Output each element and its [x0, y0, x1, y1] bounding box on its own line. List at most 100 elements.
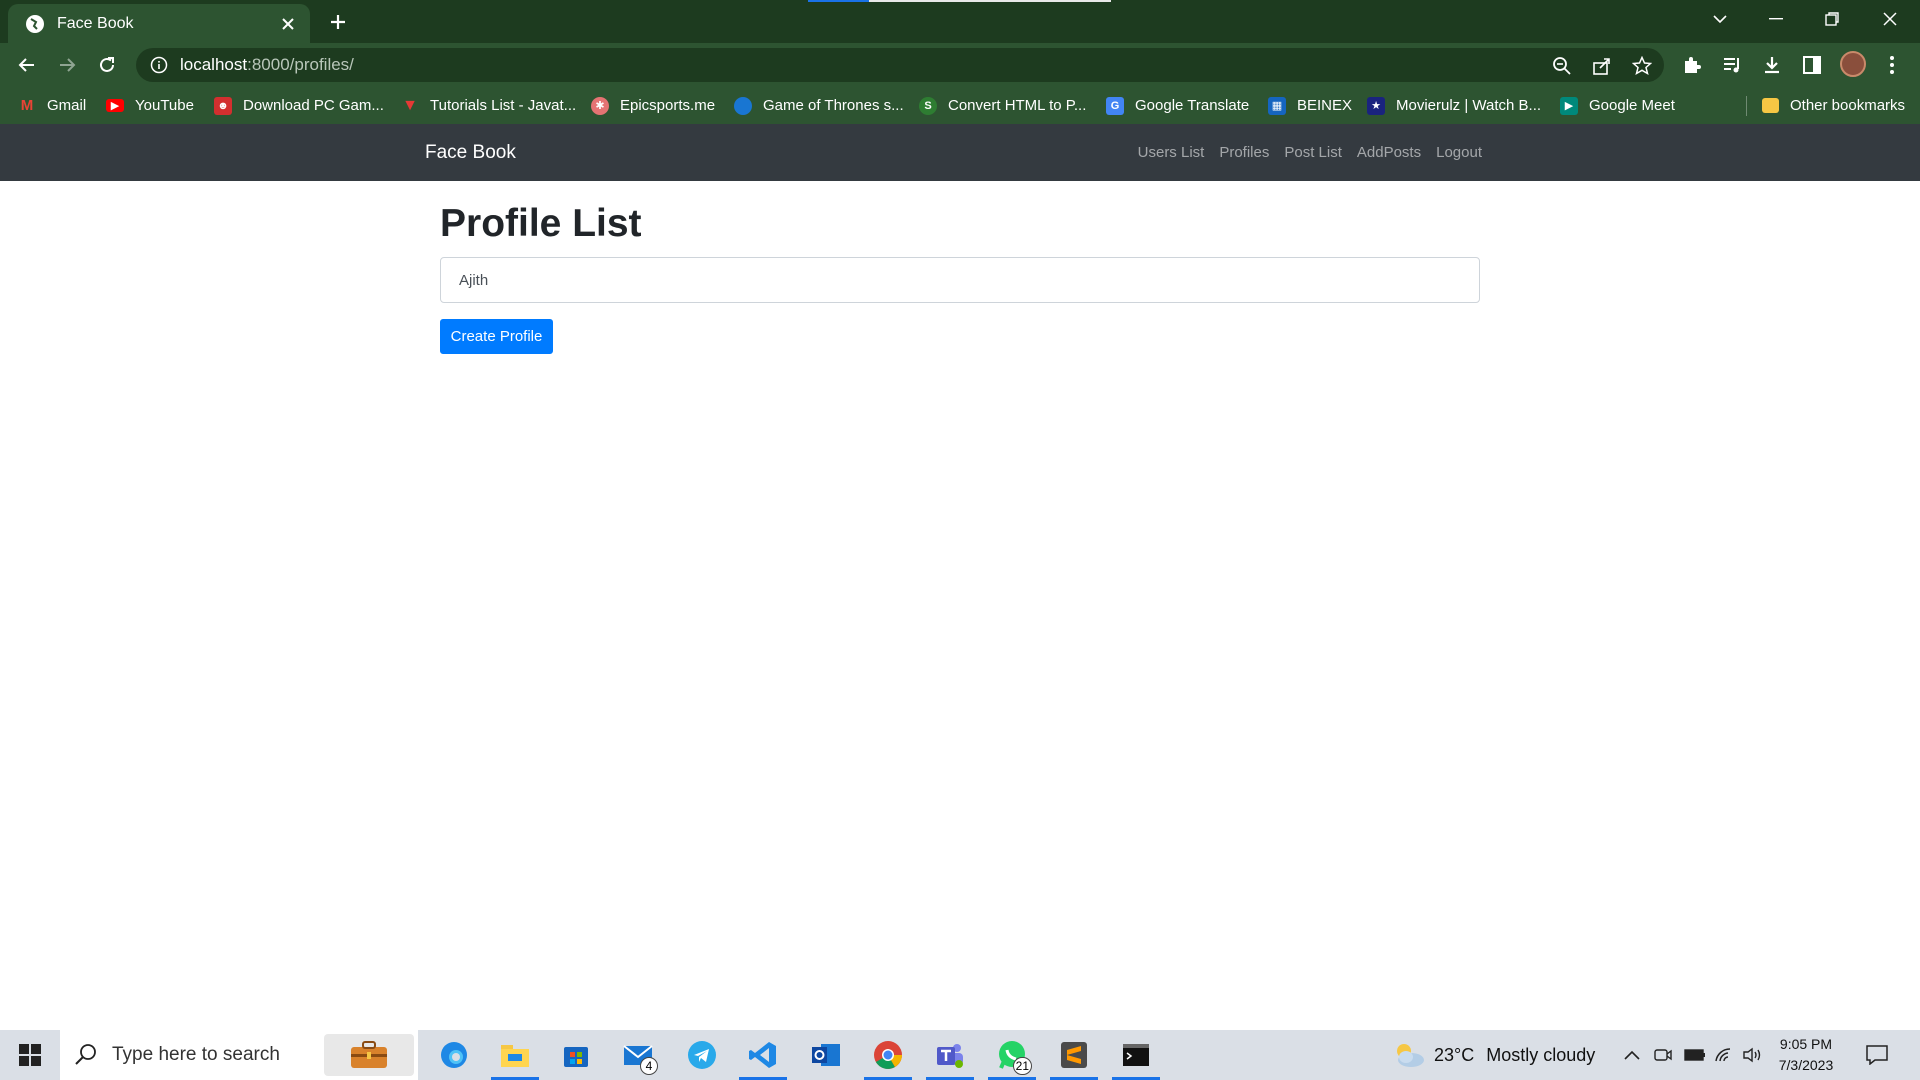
nav-add-posts[interactable]: AddPosts	[1357, 144, 1421, 161]
bookmark-label: Movierulz | Watch B...	[1396, 97, 1542, 114]
mail-badge: 4	[640, 1057, 658, 1075]
chrome-icon[interactable]	[862, 1030, 914, 1080]
bookmark-youtube[interactable]: ▶ YouTube	[106, 87, 194, 124]
globe-icon	[734, 96, 752, 115]
profile-search-input[interactable]	[440, 257, 1480, 303]
browser-titlebar: Face Book	[0, 0, 1920, 43]
bookmark-star-icon[interactable]	[1632, 56, 1652, 76]
meet-now-icon[interactable]	[1654, 1030, 1672, 1080]
weather-desc: Mostly cloudy	[1486, 1044, 1596, 1065]
microsoft-store-icon[interactable]	[550, 1030, 602, 1080]
terminal-icon[interactable]	[1110, 1030, 1162, 1080]
app-navbar: Face Book Users List Profiles Post List …	[0, 124, 1920, 181]
sublime-text-icon[interactable]	[1048, 1030, 1100, 1080]
profile-avatar[interactable]	[1840, 51, 1866, 77]
url-text: localhost:8000/profiles/	[180, 55, 354, 75]
briefcase-icon[interactable]	[324, 1034, 414, 1076]
bookmark-other[interactable]: Other bookmarks	[1762, 87, 1905, 124]
minimize-icon[interactable]	[1748, 0, 1804, 38]
loading-indicator	[808, 0, 1111, 2]
tab-title: Face Book	[57, 14, 134, 32]
clock-date: 7/3/2023	[1778, 1057, 1834, 1073]
whatsapp-badge: 21	[1012, 1057, 1032, 1075]
nav-profiles[interactable]: Profiles	[1219, 144, 1269, 161]
restore-icon[interactable]	[1804, 0, 1860, 38]
create-profile-button[interactable]: Create Profile	[440, 319, 553, 354]
mail-icon[interactable]: 4	[612, 1030, 664, 1080]
url-path: :8000/profiles/	[247, 55, 354, 74]
bookmarks-bar: M Gmail ▶ YouTube ☻ Download PC Gam... ▼…	[0, 87, 1920, 124]
show-hidden-icons[interactable]	[1624, 1030, 1640, 1080]
side-panel-icon[interactable]	[1796, 49, 1828, 81]
close-window-icon[interactable]	[1862, 0, 1918, 38]
share-icon[interactable]	[1592, 56, 1612, 76]
bookmark-javatpoint[interactable]: ▼ Tutorials List - Javat...	[401, 87, 576, 124]
reload-icon[interactable]	[91, 49, 123, 81]
bookmark-label: Tutorials List - Javat...	[430, 97, 577, 114]
nav-users-list[interactable]: Users List	[1138, 144, 1205, 161]
bookmark-google-meet[interactable]: ▶ Google Meet	[1560, 87, 1675, 124]
bookmark-epicsports[interactable]: ✱ Epicsports.me	[591, 87, 715, 124]
page-title: Profile List	[440, 202, 642, 245]
teams-icon[interactable]	[924, 1030, 976, 1080]
gmail-icon: M	[20, 97, 34, 114]
bookmark-gmail[interactable]: M Gmail	[18, 87, 86, 124]
bookmark-game-of-thrones[interactable]: Game of Thrones s...	[734, 87, 904, 124]
volume-icon[interactable]	[1742, 1030, 1762, 1080]
bookmark-label: Google Meet	[1589, 97, 1675, 114]
url-host: localhost	[180, 55, 248, 74]
epicsports-icon: ✱	[591, 96, 609, 115]
wifi-icon[interactable]	[1714, 1030, 1734, 1080]
bookmark-label: Google Translate	[1135, 97, 1250, 114]
bookmark-convert-html[interactable]: S Convert HTML to P...	[919, 87, 1086, 124]
beinex-icon: ▦	[1268, 96, 1286, 115]
folder-icon	[1762, 98, 1779, 113]
battery-icon[interactable]	[1684, 1030, 1706, 1080]
back-icon[interactable]	[11, 49, 43, 81]
clock-time: 9:05 PM	[1779, 1036, 1833, 1052]
bookmarks-separator	[1746, 96, 1747, 116]
bookmark-label: Gmail	[47, 97, 87, 114]
windows-start-icon[interactable]	[0, 1030, 60, 1080]
tab-search-icon[interactable]	[1692, 0, 1748, 38]
telegram-icon[interactable]	[676, 1030, 728, 1080]
bookmark-movierulz[interactable]: ★ Movierulz | Watch B...	[1367, 87, 1541, 124]
brand-link[interactable]: Face Book	[425, 124, 516, 181]
forward-icon[interactable]	[51, 49, 83, 81]
tab-close-icon[interactable]	[276, 12, 300, 36]
cloudy-weather-icon	[1397, 1044, 1424, 1067]
outlook-icon[interactable]	[800, 1030, 852, 1080]
address-bar[interactable]: localhost:8000/profiles/	[136, 48, 1664, 82]
menu-kebab-icon[interactable]	[1876, 49, 1908, 81]
media-control-icon[interactable]	[1716, 49, 1748, 81]
vscode-icon[interactable]	[737, 1030, 789, 1080]
nav-post-list[interactable]: Post List	[1284, 144, 1342, 161]
zoom-icon[interactable]	[1552, 56, 1572, 76]
site-info-icon[interactable]	[150, 56, 168, 74]
bookmark-google-translate[interactable]: G Google Translate	[1106, 87, 1249, 124]
whatsapp-icon[interactable]: 21	[986, 1030, 1038, 1080]
browser-toolbar: localhost:8000/profiles/	[0, 43, 1920, 87]
youtube-icon: ▶	[106, 99, 124, 112]
javatpoint-icon: ▼	[402, 96, 418, 114]
new-tab-button[interactable]	[322, 8, 354, 36]
taskbar-search[interactable]: Type here to search	[60, 1030, 418, 1080]
windows-taskbar: Type here to search 4 21 23°C Mostly clo…	[0, 1030, 1920, 1080]
file-explorer-icon[interactable]	[489, 1030, 541, 1080]
bookmark-label: Game of Thrones s...	[763, 97, 904, 114]
google-translate-icon: G	[1106, 96, 1124, 115]
system-clock[interactable]: 9:05 PM 7/3/2023	[1768, 1034, 1844, 1076]
notifications-icon[interactable]	[1866, 1030, 1888, 1080]
weather-widget[interactable]: 23°C Mostly cloudy	[1392, 1030, 1595, 1080]
bookmark-label: Download PC Gam...	[243, 97, 384, 114]
browser-tab[interactable]: Face Book	[8, 4, 310, 43]
google-meet-icon: ▶	[1560, 96, 1578, 115]
edge-icon[interactable]	[428, 1030, 480, 1080]
nav-logout[interactable]: Logout	[1436, 144, 1482, 161]
bookmark-label: Convert HTML to P...	[948, 97, 1087, 114]
extensions-icon[interactable]	[1676, 49, 1708, 81]
download-icon[interactable]	[1756, 49, 1788, 81]
bookmark-download-pc-games[interactable]: ☻ Download PC Gam...	[214, 87, 384, 124]
nav-links: Users List Profiles Post List AddPosts L…	[1123, 124, 1482, 181]
bookmark-beinex[interactable]: ▦ BEINEX	[1268, 87, 1352, 124]
